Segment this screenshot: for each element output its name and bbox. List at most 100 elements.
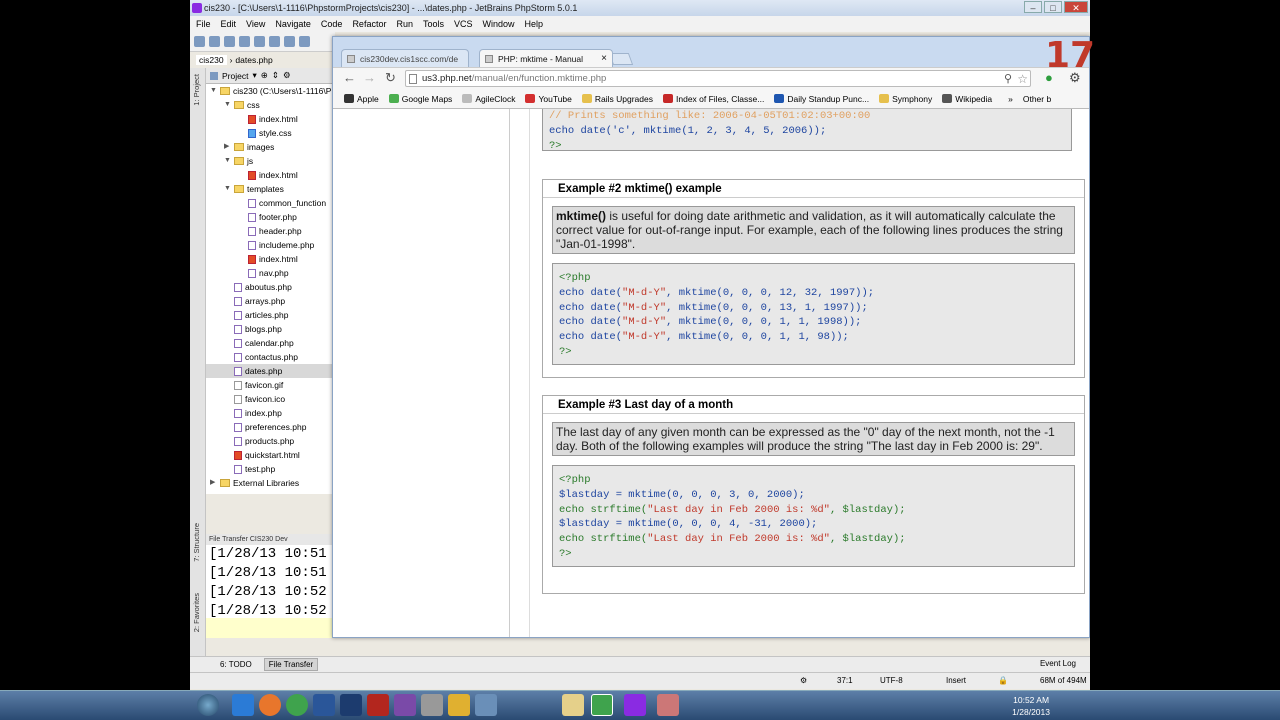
clock[interactable]: 10:52 AM 1/28/2013: [1012, 694, 1050, 718]
phpstorm-running-icon[interactable]: [624, 694, 646, 716]
notes-icon[interactable]: [448, 694, 470, 716]
tab-dates-php[interactable]: dates.php: [235, 55, 272, 65]
tools-icon[interactable]: [421, 694, 443, 716]
other-bookmarks[interactable]: Other b: [1023, 94, 1051, 104]
paste-icon[interactable]: [299, 36, 310, 47]
bookmark-item[interactable]: Daily Standup Punc...: [774, 94, 869, 104]
tree-item[interactable]: index.html: [206, 252, 334, 266]
tree-item[interactable]: index.php: [206, 406, 334, 420]
menu-code[interactable]: Code: [321, 19, 343, 29]
chrome-running-icon[interactable]: [591, 694, 613, 716]
lock-icon[interactable]: 🔒: [998, 676, 1008, 685]
tree-item[interactable]: style.css: [206, 126, 334, 140]
redo-icon[interactable]: [254, 36, 265, 47]
tree-item[interactable]: aboutus.php: [206, 280, 334, 294]
bookmark-item[interactable]: Wikipedia: [942, 94, 992, 104]
tree-item[interactable]: ▼ js: [206, 154, 334, 168]
tree-item[interactable]: index.html: [206, 112, 334, 126]
menu-tools[interactable]: Tools: [423, 19, 444, 29]
status-settings-icon[interactable]: ⚙: [800, 676, 807, 685]
zoom-icon[interactable]: ⚲: [1004, 71, 1012, 87]
tree-item[interactable]: common_function: [206, 196, 334, 210]
tree-item[interactable]: blogs.php: [206, 322, 334, 336]
tree-item[interactable]: preferences.php: [206, 420, 334, 434]
tree-item[interactable]: footer.php: [206, 210, 334, 224]
bookmark-item[interactable]: YouTube: [525, 94, 572, 104]
firefox-icon[interactable]: [259, 694, 281, 716]
expand-arrow-icon[interactable]: ▼: [210, 84, 217, 98]
bookmark-item[interactable]: AgileClock: [462, 94, 515, 104]
bookmark-item[interactable]: Apple: [344, 94, 379, 104]
menu-file[interactable]: File: [196, 19, 211, 29]
explorer-icon[interactable]: [562, 694, 584, 716]
tab-todo[interactable]: 6: TODO: [216, 659, 256, 670]
expand-arrow-icon[interactable]: ▼: [224, 154, 231, 168]
tree-item[interactable]: dates.php: [206, 364, 334, 378]
tab-file-transfer[interactable]: File Transfer: [263, 658, 319, 671]
side-label-structure[interactable]: 7: Structure: [192, 523, 201, 562]
tree-item[interactable]: favicon.gif: [206, 378, 334, 392]
tree-item[interactable]: test.php: [206, 462, 334, 476]
event-log-button[interactable]: Event Log: [1040, 659, 1076, 668]
menu-vcs[interactable]: VCS: [454, 19, 473, 29]
tree-item[interactable]: ▶ External Libraries: [206, 476, 334, 490]
chevron-down-icon[interactable]: ▾: [252, 70, 256, 81]
collapse-icon[interactable]: ⇕: [272, 70, 279, 81]
flash-icon[interactable]: [367, 694, 389, 716]
menu-help[interactable]: Help: [525, 19, 544, 29]
reload-icon[interactable]: ↻: [385, 71, 396, 85]
tree-item[interactable]: products.php: [206, 434, 334, 448]
bookmark-item[interactable]: Index of Files, Classe...: [663, 94, 764, 104]
tab-project-cis230[interactable]: cis230: [196, 55, 227, 65]
forward-icon[interactable]: →: [363, 71, 376, 85]
tree-item[interactable]: arrays.php: [206, 294, 334, 308]
tree-item[interactable]: ▼ cis230 (C:\Users\1-1116\P: [206, 84, 334, 98]
tree-item[interactable]: calendar.php: [206, 336, 334, 350]
tree-item[interactable]: ▶ images: [206, 140, 334, 154]
open-icon[interactable]: [194, 36, 205, 47]
menu-edit[interactable]: Edit: [221, 19, 237, 29]
tree-item[interactable]: ▼ css: [206, 98, 334, 112]
app-icon[interactable]: [394, 694, 416, 716]
menu-refactor[interactable]: Refactor: [352, 19, 386, 29]
save-icon[interactable]: [209, 36, 220, 47]
menu-window[interactable]: Window: [483, 19, 515, 29]
menu-view[interactable]: View: [246, 19, 265, 29]
tree-item[interactable]: favicon.ico: [206, 392, 334, 406]
file-encoding[interactable]: UTF-8: [880, 676, 903, 685]
undo-icon[interactable]: [239, 36, 250, 47]
copy-icon[interactable]: [284, 36, 295, 47]
side-label-favorites[interactable]: 2: Favorites: [192, 593, 201, 632]
expand-arrow-icon[interactable]: ▼: [224, 98, 231, 112]
word-icon[interactable]: [313, 694, 335, 716]
expand-arrow-icon[interactable]: ▼: [224, 182, 231, 196]
expand-arrow-icon[interactable]: ▶: [210, 476, 217, 490]
bookmark-star-icon[interactable]: ☆: [1017, 71, 1028, 87]
chrome-icon[interactable]: [286, 694, 308, 716]
tree-item[interactable]: nav.php: [206, 266, 334, 280]
start-button[interactable]: [197, 694, 219, 716]
tree-item[interactable]: includeme.php: [206, 238, 334, 252]
internet-explorer-icon[interactable]: [232, 694, 254, 716]
menu-run[interactable]: Run: [396, 19, 413, 29]
browser-tab-mktime[interactable]: PHP: mktime - Manual ×: [479, 49, 613, 67]
maximize-button[interactable]: □: [1044, 1, 1062, 13]
memory-indicator[interactable]: 68M of 494M: [1040, 676, 1087, 685]
more-bookmarks-icon[interactable]: »: [1008, 94, 1013, 104]
menu-navigate[interactable]: Navigate: [275, 19, 311, 29]
settings-icon[interactable]: ⚙: [283, 70, 291, 81]
close-tab-icon[interactable]: ×: [601, 50, 607, 67]
side-label-project[interactable]: 1: Project: [192, 74, 201, 106]
target-icon[interactable]: ⊕: [261, 70, 268, 81]
expand-arrow-icon[interactable]: ▶: [224, 140, 231, 154]
tree-item[interactable]: index.html: [206, 168, 334, 182]
recorder-icon[interactable]: [657, 694, 679, 716]
minimize-button[interactable]: –: [1024, 1, 1042, 13]
back-icon[interactable]: ←: [343, 71, 356, 85]
photoshop-icon[interactable]: [340, 694, 362, 716]
project-view-select[interactable]: Project: [222, 71, 248, 81]
sync-icon[interactable]: [224, 36, 235, 47]
bookmark-item[interactable]: Rails Upgrades: [581, 94, 653, 104]
browser-tab-cis230dev[interactable]: cis230dev.cis1scc.com/de: [341, 49, 469, 67]
bookmark-item[interactable]: Google Maps: [388, 94, 452, 104]
